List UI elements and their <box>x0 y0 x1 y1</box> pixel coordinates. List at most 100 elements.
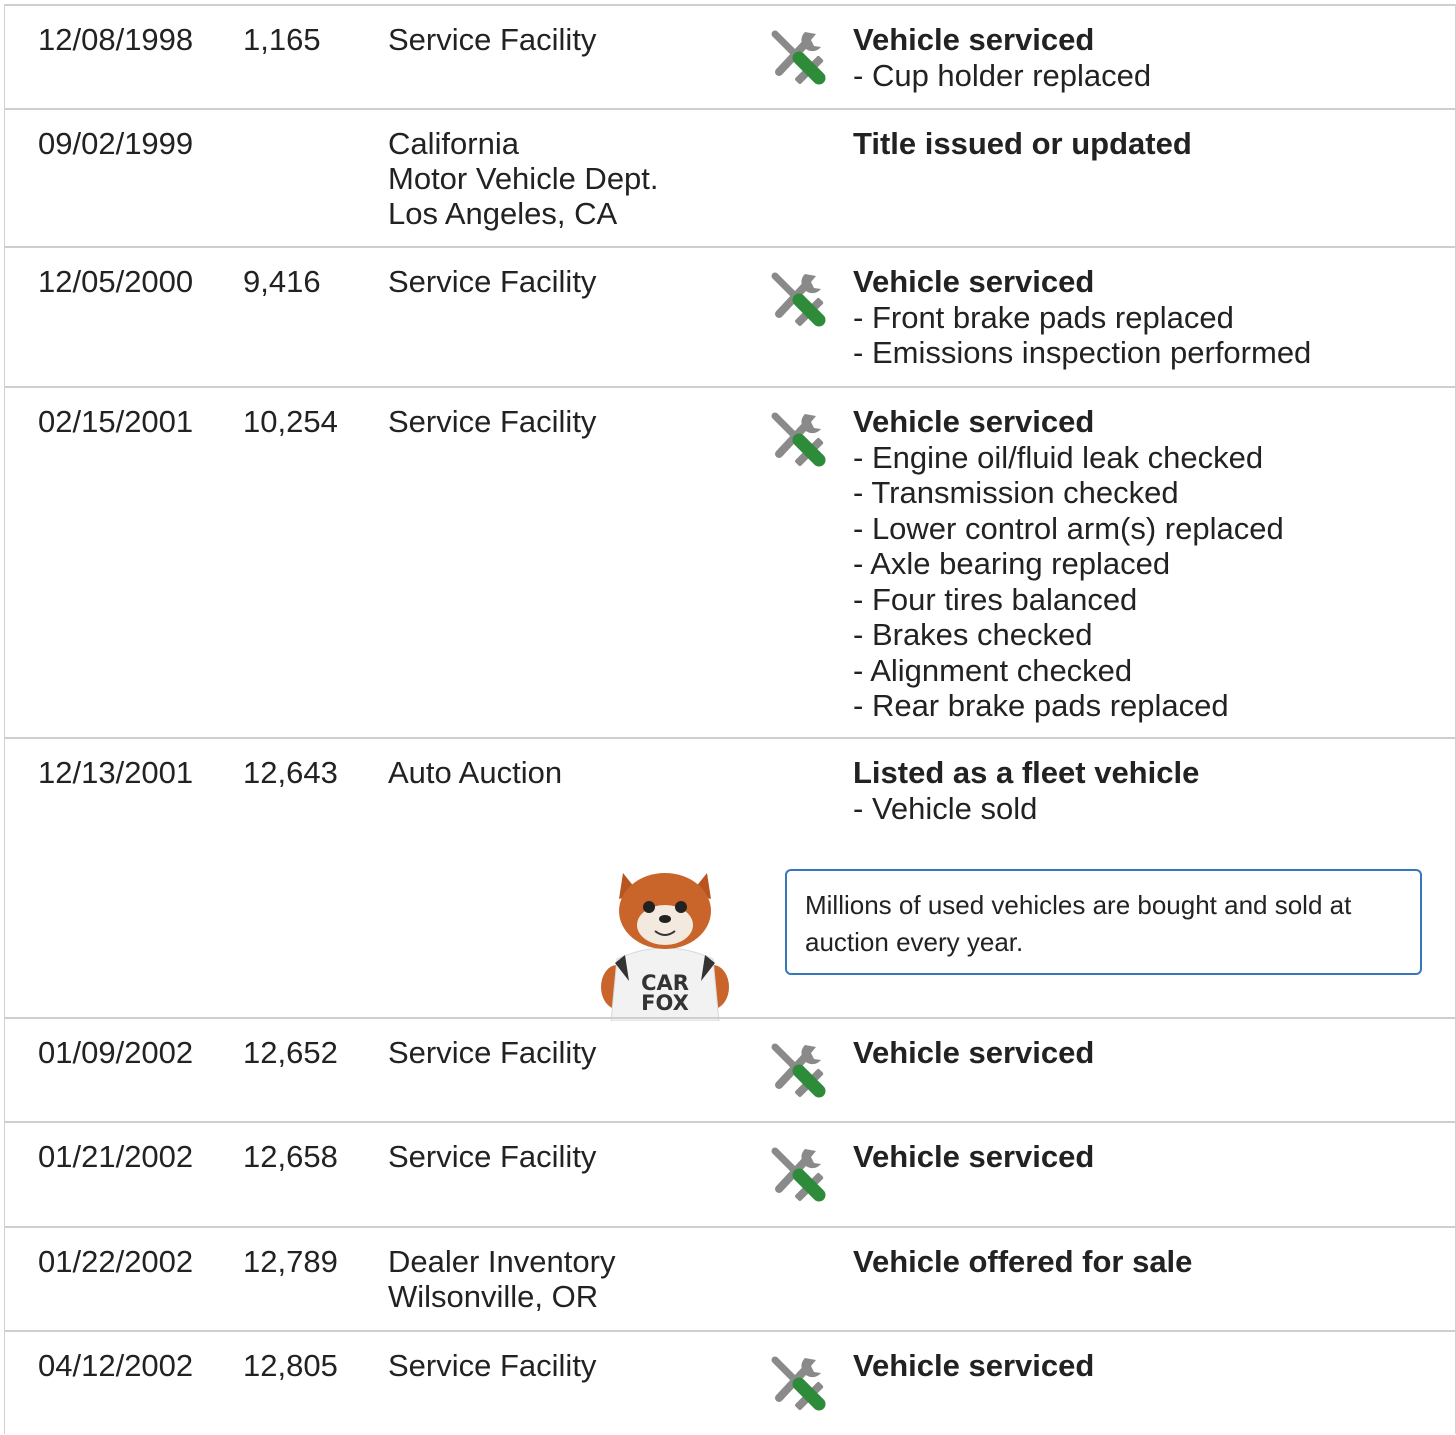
comment-headline: Vehicle serviced <box>853 264 1095 299</box>
wrench-screwdriver-icon <box>769 270 827 328</box>
comment-detail: - Rear brake pads replaced <box>853 688 1284 724</box>
detail-text: Four tires balanced <box>871 581 1138 617</box>
history-row: 02/15/2001 10,254 Service Facility Vehicle … <box>5 386 1455 737</box>
detail-dash: - <box>853 299 872 335</box>
record-date: 09/02/1999 <box>38 126 194 161</box>
detail-text: Lower control arm(s) replaced <box>871 510 1284 546</box>
odometer-reading: 12,789 <box>243 1244 338 1279</box>
detail-dash: - <box>853 617 872 652</box>
detail-dash: - <box>853 546 871 581</box>
comment-headline: Title issued or updated <box>853 126 1192 161</box>
record-date: 12/05/2000 <box>38 264 194 299</box>
odometer-reading: 1,165 <box>243 22 321 57</box>
mascot-shirt-text-line: FOX <box>641 991 689 1015</box>
detail-text: Vehicle sold <box>871 790 1038 826</box>
odometer-reading: 12,805 <box>243 1348 338 1383</box>
record-date: 01/21/2002 <box>38 1139 194 1174</box>
source-line: Service Facility <box>388 1035 597 1070</box>
source-line: Service Facility <box>388 1139 597 1174</box>
wrench-screwdriver-icon <box>769 1354 827 1412</box>
source-line: Service Facility <box>388 404 597 439</box>
vehicle-history-table: 12/08/1998 1,165 Service Facility Vehicle s… <box>4 4 1456 1434</box>
detail-text: Axle bearing replaced <box>870 546 1171 581</box>
comment-detail: - Alignment checked <box>853 653 1284 689</box>
record-comments: Vehicle serviced <box>853 1035 1094 1071</box>
odometer-reading: 10,254 <box>243 404 338 439</box>
odometer-reading: 12,652 <box>243 1035 338 1070</box>
detail-text: Rear brake pads replaced <box>871 688 1229 723</box>
source-line: Service Facility <box>388 264 597 299</box>
wrench-screwdriver-icon <box>769 410 827 468</box>
comment-detail: - Front brake pads replaced <box>853 300 1311 336</box>
record-date: 01/09/2002 <box>38 1035 194 1070</box>
detail-text: Brakes checked <box>871 617 1093 652</box>
record-date: 12/13/2001 <box>38 755 194 790</box>
detail-dash: - <box>853 335 872 370</box>
record-source: Auto Auction <box>388 755 562 790</box>
wrench-screwdriver-icon <box>769 1145 827 1203</box>
carfox-mascot-image: CAR FOX <box>595 859 735 1022</box>
history-row: 12/13/2001 12,643 Auto Auction Listed as a … <box>5 737 1455 1022</box>
record-source: Service Facility <box>388 264 596 299</box>
comment-detail: - Four tires balanced <box>853 582 1284 618</box>
source-line: Wilsonville, OR <box>388 1279 599 1314</box>
detail-text: Alignment checked <box>870 652 1133 688</box>
comment-detail: - Emissions inspection performed <box>853 335 1311 371</box>
detail-text: Emissions inspection performed <box>871 335 1312 370</box>
record-source: Service Facility <box>388 1139 596 1174</box>
detail-text: Transmission checked <box>871 475 1179 510</box>
record-comments: Vehicle serviced - Cup holder replaced <box>853 22 1151 93</box>
source-line: Dealer Inventory <box>388 1244 616 1279</box>
detail-dash: - <box>853 652 871 688</box>
source-line: Motor Vehicle Dept. <box>388 161 659 196</box>
record-source: Service Facility <box>388 404 596 439</box>
record-date: 01/22/2002 <box>38 1244 194 1279</box>
detail-dash: - <box>853 510 872 546</box>
comment-detail: - Cup holder replaced <box>853 58 1151 94</box>
comment-headline: Listed as a fleet vehicle <box>853 755 1200 790</box>
comment-detail: - Brakes checked <box>853 617 1284 653</box>
detail-dash: - <box>853 57 872 93</box>
record-source: Service Facility <box>388 1348 596 1383</box>
source-line: Los Angeles, CA <box>388 196 618 231</box>
record-comments: Title issued or updated <box>853 126 1192 162</box>
comment-headline: Vehicle offered for sale <box>853 1244 1193 1279</box>
source-line: Auto Auction <box>388 755 563 790</box>
record-comments: Listed as a fleet vehicle - Vehicle sold <box>853 755 1199 826</box>
history-row: 01/22/2002 12,789 Dealer Inventory Wilsonvi… <box>5 1226 1455 1330</box>
source-line: Service Facility <box>388 1348 597 1383</box>
comment-headline: Vehicle serviced <box>853 1139 1095 1174</box>
wrench-screwdriver-icon <box>769 28 827 86</box>
record-source: California Motor Vehicle Dept. Los Angeles… <box>388 126 659 231</box>
record-source: Service Facility <box>388 22 596 57</box>
comment-detail: - Engine oil/fluid leak checked <box>853 440 1284 476</box>
wrench-screwdriver-icon <box>769 1041 827 1099</box>
odometer-reading: 9,416 <box>243 264 321 299</box>
comment-detail: - Transmission checked <box>853 475 1284 511</box>
history-row: 09/02/1999 California Motor Vehicle Dept. L… <box>5 108 1455 246</box>
source-line: Service Facility <box>388 22 597 57</box>
record-comments: Vehicle offered for sale <box>853 1244 1192 1280</box>
record-source: Dealer Inventory Wilsonville, OR <box>388 1244 615 1314</box>
detail-dash: - <box>853 790 872 826</box>
comment-headline: Vehicle serviced <box>853 22 1095 57</box>
detail-dash: - <box>853 475 872 510</box>
detail-dash: - <box>853 439 872 475</box>
record-comments: Vehicle serviced - Engine oil/fluid leak … <box>853 404 1284 724</box>
record-comments: Vehicle serviced <box>853 1139 1094 1175</box>
record-comments: Vehicle serviced - Front brake pads repla… <box>853 264 1311 371</box>
mascot-shirt-text-line: CAR <box>641 971 689 995</box>
detail-text: Engine oil/fluid leak checked <box>871 439 1264 475</box>
comment-headline: Vehicle serviced <box>853 1035 1095 1070</box>
comment-headline: Vehicle serviced <box>853 404 1095 439</box>
record-date: 12/08/1998 <box>38 22 194 57</box>
record-date: 04/12/2002 <box>38 1348 194 1383</box>
detail-text: Front brake pads replaced <box>871 299 1234 335</box>
record-comments: Vehicle serviced <box>853 1348 1094 1384</box>
history-row: 04/12/2002 12,805 Service Facility Vehicle … <box>5 1330 1455 1434</box>
detail-dash: - <box>853 581 872 617</box>
detail-dash: - <box>853 688 872 723</box>
history-row: 12/08/1998 1,165 Service Facility Vehicle s… <box>5 4 1455 108</box>
comment-detail: - Vehicle sold <box>853 791 1199 827</box>
record-source: Service Facility <box>388 1035 596 1070</box>
